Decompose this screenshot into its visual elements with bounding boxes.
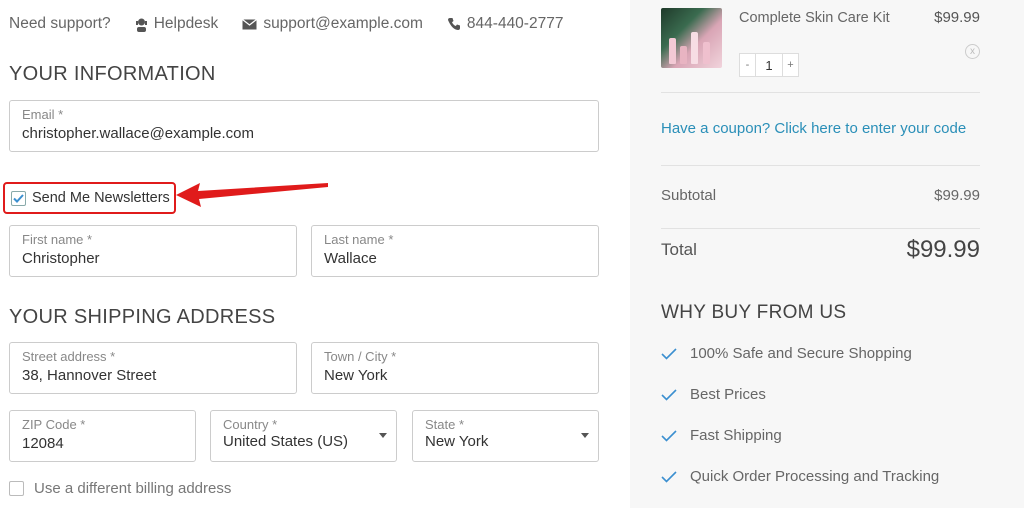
street-address-label: Street address * — [22, 349, 116, 364]
why-item-label: Quick Order Processing and Tracking — [690, 468, 940, 485]
email-value: christopher.wallace@example.com — [22, 125, 254, 142]
product-price: $99.99 — [934, 9, 980, 26]
total-value: $99.99 — [906, 236, 980, 263]
state-value: New York — [425, 433, 489, 450]
country-select[interactable]: Country * United States (US) — [210, 410, 397, 462]
city-field[interactable]: Town / City * New York — [311, 342, 599, 394]
quantity-decrease-button[interactable]: - — [740, 54, 755, 76]
support-email: support@example.com — [263, 15, 423, 32]
total-label: Total — [661, 240, 697, 259]
divider — [661, 228, 980, 229]
zip-code-field[interactable]: ZIP Code * 12084 — [9, 410, 196, 462]
why-buy-heading: WHY BUY FROM US — [661, 302, 847, 323]
product-bottle-shape — [703, 42, 710, 64]
country-label: Country * — [223, 417, 278, 432]
phone-icon — [447, 18, 460, 30]
city-value: New York — [324, 367, 388, 384]
your-information-heading: YOUR INFORMATION — [9, 63, 216, 85]
helpdesk-icon — [135, 18, 147, 32]
check-icon — [661, 429, 677, 442]
dropdown-caret-icon — [379, 433, 387, 438]
email-field[interactable]: Email * christopher.wallace@example.com — [9, 100, 599, 152]
billing-checkbox-box[interactable] — [9, 481, 24, 496]
support-phone-link[interactable]: 844-440-2777 — [447, 15, 564, 33]
first-name-label: First name * — [22, 232, 93, 247]
why-list-item: Best Prices — [661, 386, 766, 403]
billing-label: Use a different billing address — [34, 480, 232, 497]
order-summary-sidebar: Complete Skin Care Kit $99.99 x - 1 + Ha… — [630, 0, 1024, 508]
newsletter-checkbox[interactable]: Send Me Newsletters — [3, 182, 176, 214]
newsletter-checkbox-box[interactable] — [11, 190, 26, 206]
divider — [661, 92, 980, 93]
helpdesk-link[interactable]: Helpdesk — [135, 15, 219, 33]
country-value: United States (US) — [223, 433, 349, 450]
why-list-item: Quick Order Processing and Tracking — [661, 468, 939, 485]
different-billing-checkbox[interactable]: Use a different billing address — [9, 480, 231, 497]
envelope-icon — [242, 18, 258, 29]
product-thumbnail[interactable] — [661, 8, 722, 68]
helpdesk-label: Helpdesk — [153, 15, 219, 32]
divider — [661, 165, 980, 166]
why-item-label: 100% Safe and Secure Shopping — [690, 345, 912, 362]
newsletter-label: Send Me Newsletters — [32, 190, 170, 206]
state-label: State * — [425, 417, 465, 432]
check-icon — [661, 470, 677, 483]
why-list-item: Fast Shipping — [661, 427, 782, 444]
first-name-value: Christopher — [22, 250, 100, 267]
email-label: Email * — [22, 107, 64, 122]
support-phone: 844-440-2777 — [466, 15, 564, 32]
annotation-arrow-icon — [176, 183, 328, 207]
subtotal-label: Subtotal — [661, 187, 717, 204]
dropdown-caret-icon — [581, 433, 589, 438]
why-item-label: Best Prices — [690, 386, 766, 403]
product-name[interactable]: Complete Skin Care Kit — [739, 8, 899, 29]
why-item-label: Fast Shipping — [690, 427, 782, 444]
first-name-field[interactable]: First name * Christopher — [9, 225, 297, 277]
check-icon — [661, 347, 677, 360]
check-icon — [13, 193, 24, 203]
subtotal-value: $99.99 — [934, 187, 980, 204]
product-bottle-shape — [680, 46, 687, 64]
state-select[interactable]: State * New York — [412, 410, 599, 462]
product-bottle-shape — [669, 38, 676, 64]
quantity-stepper[interactable]: - 1 + — [739, 53, 799, 77]
support-bar: Need support? Helpdesk support@example.c… — [9, 12, 563, 36]
support-label: Need support? — [9, 15, 111, 32]
remove-icon[interactable]: x — [965, 44, 980, 59]
city-label: Town / City * — [324, 349, 397, 364]
check-icon — [661, 388, 677, 401]
quantity-increase-button[interactable]: + — [783, 54, 798, 76]
product-bottle-shape — [691, 32, 698, 64]
zip-code-label: ZIP Code * — [22, 417, 86, 432]
street-address-value: 38, Hannover Street — [22, 367, 157, 384]
support-email-link[interactable]: support@example.com — [242, 15, 423, 33]
quantity-value[interactable]: 1 — [755, 54, 783, 76]
last-name-field[interactable]: Last name * Wallace — [311, 225, 599, 277]
why-list-item: 100% Safe and Secure Shopping — [661, 345, 912, 362]
coupon-link[interactable]: Have a coupon? Click here to enter your … — [661, 120, 966, 137]
shipping-address-heading: YOUR SHIPPING ADDRESS — [9, 306, 276, 328]
last-name-label: Last name * — [324, 232, 394, 247]
zip-code-value: 12084 — [22, 435, 64, 452]
last-name-value: Wallace — [324, 250, 377, 267]
street-address-field[interactable]: Street address * 38, Hannover Street — [9, 342, 297, 394]
